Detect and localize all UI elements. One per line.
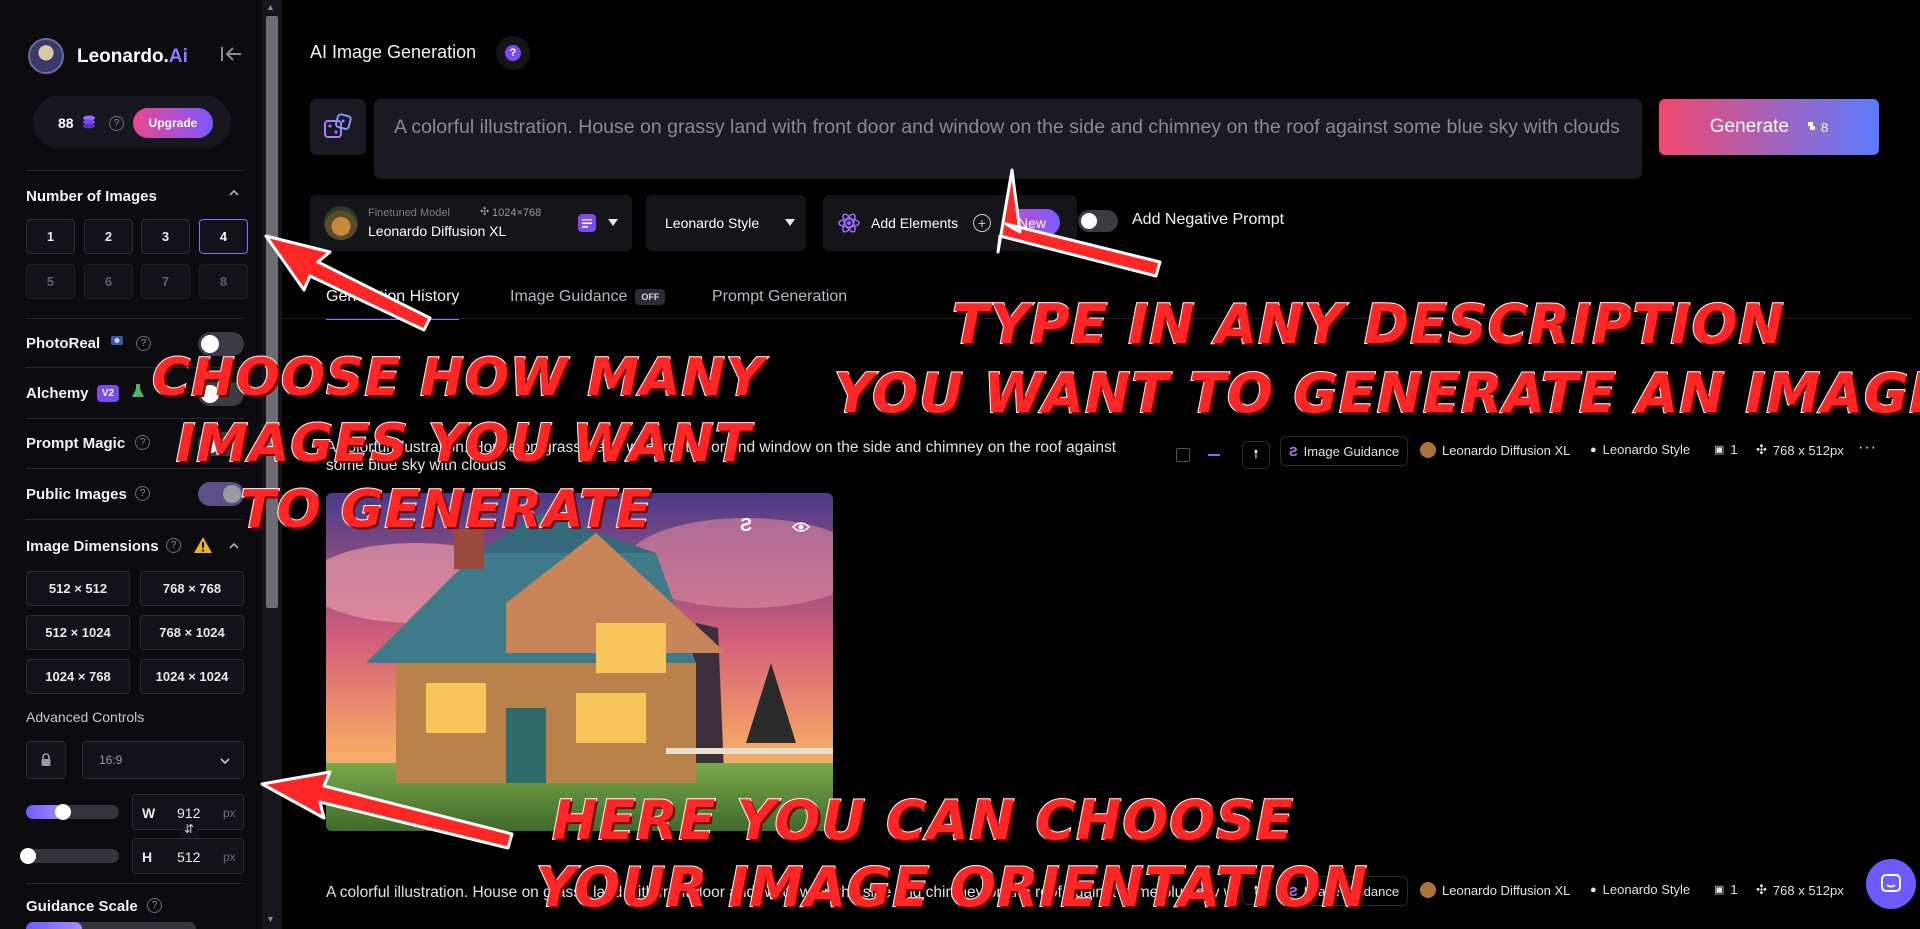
annotation-images-line2: images you want: [175, 413, 752, 475]
annotation-prompt-line1: Type in any description: [951, 292, 1785, 357]
arrow-to-orientation: [260, 770, 514, 850]
annotation-prompt-line2: you want to generate an image: [833, 361, 1920, 426]
annotation-images-line1: Choose how many: [151, 347, 765, 409]
arrow-to-image-count: [264, 234, 432, 332]
annotation-orientation-line1: Here you can choose: [551, 788, 1294, 853]
annotation-images-line3: to generate: [239, 479, 653, 541]
annotation-orientation-line2: your image orientation: [535, 855, 1368, 920]
arrow-to-prompt: [996, 168, 1162, 278]
app-root: Leonardo.Ai 88 ? Upgrade Number of Image…: [0, 0, 1920, 929]
